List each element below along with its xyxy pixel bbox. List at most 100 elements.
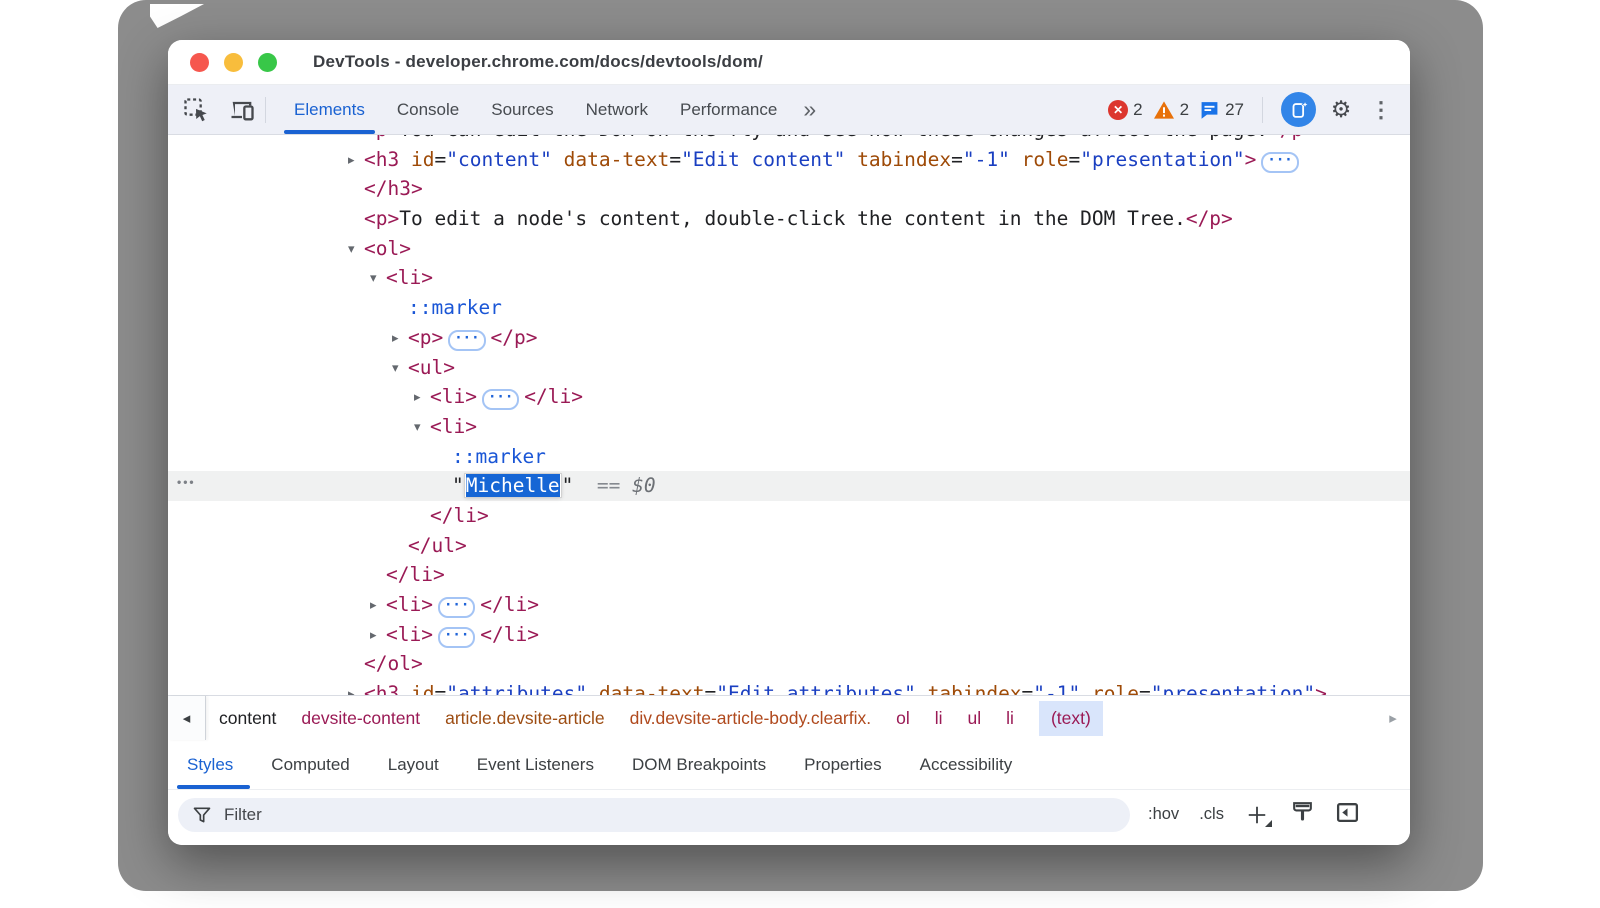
- dom-tree-line[interactable]: </h3>: [168, 174, 1410, 204]
- gear-icon[interactable]: ⚙: [1326, 95, 1356, 125]
- breadcrumb-item[interactable]: li: [1006, 708, 1014, 729]
- code-token: "-1": [1033, 682, 1080, 695]
- code-token: [399, 148, 411, 171]
- crumb-scroll-left-button[interactable]: ◂: [168, 696, 206, 740]
- warning-badge[interactable]: 2: [1153, 100, 1189, 120]
- breadcrumb-item[interactable]: div.devsite-article-body.clearfix.: [630, 708, 872, 729]
- code-token: >: [1315, 682, 1327, 695]
- dom-tree-selected-node[interactable]: •••"Michelle" == $0: [168, 471, 1410, 501]
- toggle-sidebar-icon[interactable]: [1335, 800, 1360, 830]
- panel-tab-elements[interactable]: Elements: [278, 85, 381, 134]
- device-toolbar-icon[interactable]: [227, 95, 257, 125]
- code-token: <h3: [364, 682, 399, 695]
- sidebar-tab-styles[interactable]: Styles: [185, 740, 252, 789]
- crumb-scroll-right-button[interactable]: ▸: [1376, 709, 1410, 727]
- dom-tree-line[interactable]: ▸<p>···</p>: [168, 323, 1410, 353]
- dom-tree-line[interactable]: </ul>: [168, 531, 1410, 561]
- new-style-rule-icon[interactable]: [1244, 802, 1270, 828]
- error-badge[interactable]: ✕ 2: [1108, 100, 1142, 120]
- collapse-arrow-icon[interactable]: ▾: [370, 263, 386, 293]
- rendering-icon[interactable]: [1290, 800, 1315, 830]
- panel-tab-performance[interactable]: Performance: [664, 85, 793, 134]
- sidebar-tab-dom-breakpoints[interactable]: DOM Breakpoints: [613, 740, 785, 789]
- expand-inline-icon[interactable]: ···: [448, 330, 485, 351]
- breadcrumb-item[interactable]: ul: [968, 708, 982, 729]
- breadcrumb-item[interactable]: ol: [896, 708, 910, 729]
- code-token: <li>: [386, 266, 433, 289]
- toggle-class-button[interactable]: .cls: [1199, 805, 1224, 824]
- dom-tree-line[interactable]: <p>You can edit the DOM on the fly and s…: [168, 135, 1410, 145]
- dom-tree-line[interactable]: </li>: [168, 560, 1410, 590]
- code-token: "Edit attributes": [716, 682, 916, 695]
- window-titlebar: DevTools - developer.chrome.com/docs/dev…: [168, 40, 1410, 85]
- node-options-dots-icon[interactable]: •••: [177, 468, 196, 498]
- dom-tree-line[interactable]: ▾<ol>: [168, 234, 1410, 264]
- code-token: <p>: [364, 135, 399, 141]
- breadcrumb-item[interactable]: devsite-content: [301, 708, 420, 729]
- expand-inline-icon[interactable]: ···: [438, 627, 475, 648]
- dom-tree-line[interactable]: ▸<h3 id="attributes" data-text="Edit att…: [168, 679, 1410, 695]
- expand-inline-icon[interactable]: ···: [482, 389, 519, 410]
- kebab-menu-icon[interactable]: ⋮: [1366, 97, 1396, 123]
- collapse-arrow-icon[interactable]: ▾: [348, 234, 364, 264]
- expand-arrow-icon[interactable]: ▸: [370, 590, 386, 620]
- code-token: </ol>: [364, 652, 423, 675]
- expand-inline-icon[interactable]: ···: [1261, 152, 1298, 173]
- dom-tree-line[interactable]: ▾<ul>: [168, 353, 1410, 383]
- dom-tree-line[interactable]: </li>: [168, 501, 1410, 531]
- text-node-edit-box[interactable]: Michelle: [465, 474, 561, 497]
- sidebar-tab-layout[interactable]: Layout: [369, 740, 458, 789]
- dom-tree-line[interactable]: ::marker: [168, 442, 1410, 472]
- zoom-window-button[interactable]: [258, 53, 277, 72]
- warning-count: 2: [1180, 100, 1189, 120]
- filter-input[interactable]: [224, 805, 1122, 825]
- sidebar-tab-accessibility[interactable]: Accessibility: [901, 740, 1032, 789]
- expand-arrow-icon[interactable]: ▸: [370, 620, 386, 650]
- sidebar-tab-computed[interactable]: Computed: [252, 740, 368, 789]
- dom-tree-line[interactable]: <p>To edit a node's content, double-clic…: [168, 204, 1410, 234]
- error-count: 2: [1133, 100, 1142, 120]
- code-token: [916, 682, 928, 695]
- collapse-arrow-icon[interactable]: ▾: [414, 412, 430, 442]
- style-filter-field[interactable]: [178, 798, 1130, 832]
- breadcrumb-item[interactable]: (text): [1039, 701, 1103, 736]
- more-tabs-icon[interactable]: »: [793, 96, 823, 123]
- sidebar-tab-properties[interactable]: Properties: [785, 740, 900, 789]
- code-token: "attributes": [446, 682, 587, 695]
- collapse-arrow-icon[interactable]: ▾: [392, 353, 408, 383]
- inspect-element-icon[interactable]: [181, 95, 211, 125]
- code-token: [845, 148, 857, 171]
- code-token: "content": [446, 148, 552, 171]
- dom-tree-line[interactable]: ▸<li>···</li>: [168, 620, 1410, 650]
- dom-tree-line[interactable]: ▸<h3 id="content" data-text="Edit conten…: [168, 145, 1410, 175]
- minimize-window-button[interactable]: [224, 53, 243, 72]
- dom-tree-line[interactable]: ▸<li>···</li>: [168, 382, 1410, 412]
- toggle-hover-state-button[interactable]: :hov: [1148, 805, 1179, 824]
- dom-tree-line[interactable]: ▾<li>: [168, 412, 1410, 442]
- expand-arrow-icon[interactable]: ▸: [348, 145, 364, 175]
- expand-inline-icon[interactable]: ···: [438, 597, 475, 618]
- expand-arrow-icon[interactable]: ▸: [414, 382, 430, 412]
- breadcrumb-item[interactable]: content: [219, 708, 276, 729]
- code-token: <li>: [386, 623, 433, 646]
- dom-tree-line[interactable]: ▸<li>···</li>: [168, 590, 1410, 620]
- expand-arrow-icon[interactable]: ▸: [392, 323, 408, 353]
- expand-arrow-icon[interactable]: ▸: [348, 679, 364, 695]
- dom-tree-line[interactable]: </ol>: [168, 649, 1410, 679]
- panel-tab-network[interactable]: Network: [570, 85, 664, 134]
- issues-badge[interactable]: 27: [1199, 100, 1244, 120]
- code-token: [587, 682, 599, 695]
- sidebar-tab-event-listeners[interactable]: Event Listeners: [458, 740, 613, 789]
- panel-tab-sources[interactable]: Sources: [475, 85, 569, 134]
- dom-tree-line[interactable]: ▾<li>: [168, 263, 1410, 293]
- dom-tree-line[interactable]: ::marker: [168, 293, 1410, 323]
- code-token: =: [434, 682, 446, 695]
- panel-tab-console[interactable]: Console: [381, 85, 475, 134]
- breadcrumb-item[interactable]: li: [935, 708, 943, 729]
- code-token: =: [1139, 682, 1151, 695]
- breadcrumb-bar: ◂ content devsite-content article.devsite-…: [168, 695, 1410, 740]
- breadcrumb-item[interactable]: article.devsite-article: [445, 708, 605, 729]
- ai-assistant-icon[interactable]: [1281, 92, 1316, 127]
- styles-filter-bar: :hov .cls: [168, 789, 1410, 845]
- close-window-button[interactable]: [190, 53, 209, 72]
